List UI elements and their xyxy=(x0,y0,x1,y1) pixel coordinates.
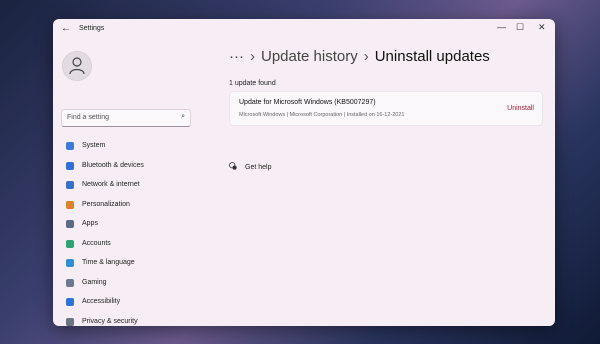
main-content: ··· › Update history › Uninstall updates 1 u… xyxy=(221,39,555,326)
update-details: Microsoft Windows | Microsoft Corporatio… xyxy=(239,112,405,118)
shield-icon xyxy=(66,317,74,326)
sidebar-nav: System Bluetooth & devices Network & inter… xyxy=(59,136,193,326)
sidebar-item-label: Network & internet xyxy=(82,181,140,188)
update-card: Update for Microsoft Windows (KB5007297)… xyxy=(229,91,543,126)
breadcrumb-update-history[interactable]: Update history xyxy=(261,48,358,65)
bluetooth-icon xyxy=(66,161,74,170)
sidebar-item-personalization[interactable]: Personalization xyxy=(59,195,193,215)
sidebar-item-label: Privacy & security xyxy=(82,317,138,325)
get-help-link[interactable]: Get help xyxy=(229,162,271,171)
sidebar-item-accessibility[interactable]: Accessibility xyxy=(59,292,193,312)
search-icon[interactable]: ⌕ xyxy=(181,113,185,121)
sidebar-item-label: Gaming xyxy=(82,278,107,286)
controller-icon xyxy=(66,278,74,287)
brush-icon xyxy=(66,200,74,209)
sidebar-item-label: Time & language xyxy=(82,259,135,266)
breadcrumb-chevron-icon: › xyxy=(363,48,369,65)
sidebar-item-time-language[interactable]: Time & language xyxy=(59,253,193,273)
globe-icon xyxy=(66,259,74,267)
person-icon xyxy=(66,239,74,248)
settings-window: ← Settings — ☐ ✕ Find a setting ⌕ System… xyxy=(53,19,555,326)
breadcrumb-chevron-icon: › xyxy=(250,48,255,65)
update-title: Update for Microsoft Windows (KB5007297) xyxy=(239,99,376,106)
sidebar-item-label: Apps xyxy=(82,220,98,227)
accessibility-icon xyxy=(66,298,74,306)
uninstall-button[interactable]: Uninstall xyxy=(507,105,534,112)
apps-icon xyxy=(66,220,74,228)
sidebar-item-gaming[interactable]: Gaming xyxy=(59,273,193,293)
sidebar-item-system[interactable]: System xyxy=(59,136,193,156)
back-arrow-icon[interactable]: ← xyxy=(61,23,71,34)
maximize-icon[interactable]: ☐ xyxy=(516,22,524,33)
sidebar-item-privacy-security[interactable]: Privacy & security xyxy=(59,312,193,327)
sidebar-item-label: Accessibility xyxy=(82,298,121,305)
person-icon xyxy=(69,57,85,75)
page-title: Uninstall updates xyxy=(374,48,490,65)
window-title: Settings xyxy=(79,25,105,32)
sidebar-item-label: Accounts xyxy=(82,239,111,247)
wifi-icon xyxy=(66,181,74,189)
monitor-icon xyxy=(66,142,74,150)
sidebar-item-label: System xyxy=(82,142,106,149)
search-input[interactable]: Find a setting ⌕ xyxy=(61,109,191,127)
avatar[interactable] xyxy=(62,51,92,81)
sidebar-item-label: Bluetooth & devices xyxy=(82,161,144,169)
sidebar-item-bluetooth-devices[interactable]: Bluetooth & devices xyxy=(59,156,193,176)
close-icon[interactable]: ✕ xyxy=(538,22,546,33)
help-chat-icon xyxy=(229,162,237,170)
breadcrumb-ellipsis[interactable]: ··· xyxy=(229,48,244,65)
sidebar: Find a setting ⌕ System Bluetooth & devic… xyxy=(53,39,201,326)
get-help-label: Get help xyxy=(245,164,272,171)
minimize-icon[interactable]: — xyxy=(497,22,506,32)
search-placeholder: Find a setting xyxy=(67,114,110,121)
update-count: 1 update found xyxy=(229,80,276,87)
title-bar: ← Settings — ☐ ✕ xyxy=(53,19,555,39)
sidebar-item-apps[interactable]: Apps xyxy=(59,214,193,234)
sidebar-item-label: Personalization xyxy=(82,200,130,208)
sidebar-item-accounts[interactable]: Accounts xyxy=(59,234,193,254)
breadcrumb: ··· › Update history › Uninstall updates xyxy=(229,48,490,65)
sidebar-item-network-internet[interactable]: Network & internet xyxy=(59,175,193,195)
